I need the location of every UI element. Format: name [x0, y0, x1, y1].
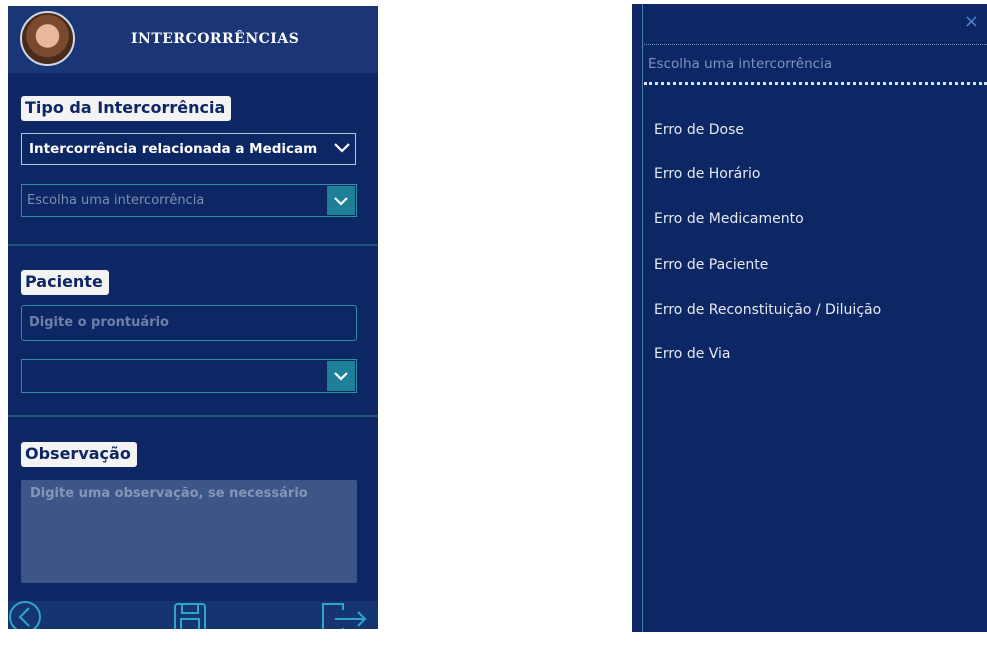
- intercorrencia-dropdown-button[interactable]: [327, 186, 355, 215]
- picker-search-input[interactable]: Escolha uma intercorrência: [644, 44, 987, 85]
- back-icon[interactable]: [9, 601, 41, 629]
- paciente-dropdown-button[interactable]: [327, 361, 355, 391]
- tipo-dropdown-value: Intercorrência relacionada a Medicam: [29, 141, 318, 157]
- panel-edge: [642, 4, 643, 632]
- chevron-down-icon: [334, 372, 348, 381]
- tipo-section-label: Tipo da Intercorrência: [21, 96, 232, 121]
- page-title: INTERCORRÊNCIAS: [131, 31, 300, 47]
- chevron-down-icon: [334, 196, 348, 206]
- footer-icons: [9, 601, 367, 629]
- section-divider: [8, 415, 378, 417]
- header-bar: INTERCORRÊNCIAS: [8, 6, 378, 73]
- paciente-section-label: Paciente: [21, 270, 109, 295]
- tipo-dropdown[interactable]: Intercorrência relacionada a Medicam: [21, 133, 356, 165]
- section-divider: [8, 244, 378, 246]
- intercorrencia-form-screen: INTERCORRÊNCIAS Tipo da Intercorrência I…: [8, 6, 378, 629]
- exit-icon[interactable]: [322, 603, 367, 629]
- option-item[interactable]: Erro de Paciente: [654, 257, 768, 273]
- observacao-section-label: Observação: [21, 442, 137, 467]
- option-item[interactable]: Erro de Reconstituição / Diluição: [654, 302, 881, 318]
- prontuario-input[interactable]: Digite o prontuário: [21, 305, 357, 341]
- chevron-down-icon: [334, 143, 350, 153]
- paciente-dropdown[interactable]: [21, 359, 357, 393]
- avatar[interactable]: [20, 11, 75, 66]
- intercorrencia-dropdown-placeholder: Escolha uma intercorrência: [27, 193, 205, 208]
- close-icon[interactable]: ×: [964, 13, 979, 31]
- save-icon[interactable]: [174, 603, 206, 629]
- option-item[interactable]: Erro de Via: [654, 346, 731, 362]
- option-item[interactable]: Erro de Medicamento: [654, 211, 804, 227]
- observacao-textarea[interactable]: Digite uma observação, se necessário: [21, 480, 357, 583]
- intercorrencia-dropdown[interactable]: Escolha uma intercorrência: [21, 184, 357, 217]
- option-item[interactable]: Erro de Horário: [654, 166, 760, 182]
- option-item[interactable]: Erro de Dose: [654, 122, 744, 138]
- intercorrencia-picker: × Escolha uma intercorrência Erro de Dos…: [632, 4, 987, 632]
